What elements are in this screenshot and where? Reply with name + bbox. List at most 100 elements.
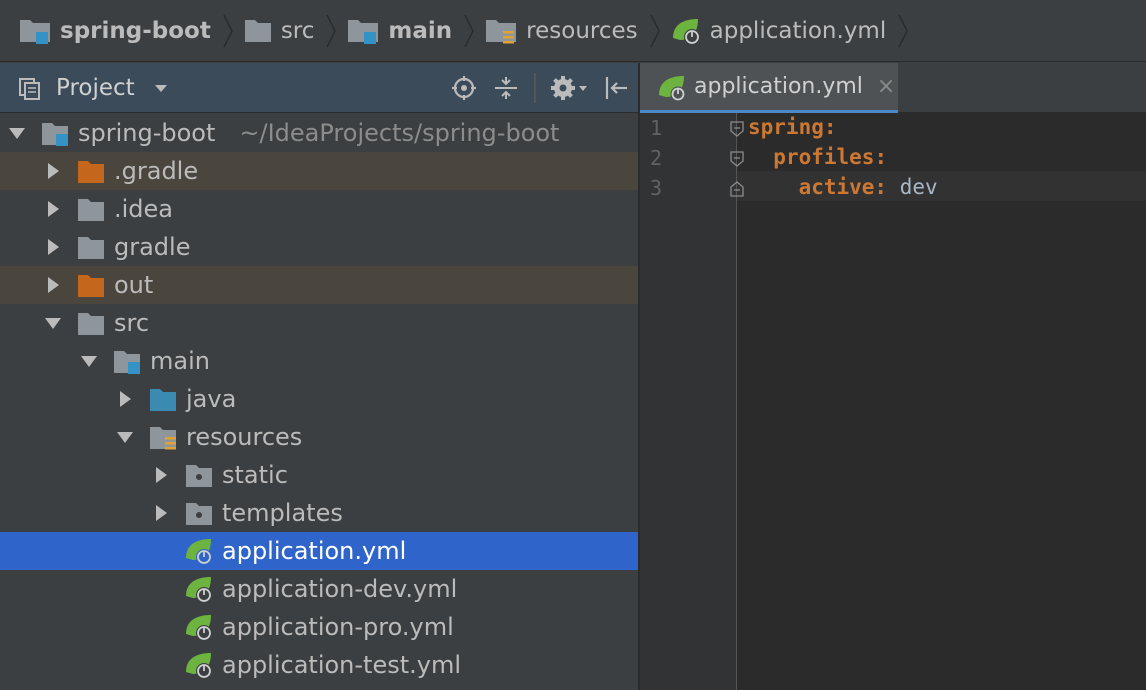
tree-item-out[interactable]: out [0,266,638,304]
tab-label: application.yml [694,74,863,99]
tree-item-application-yml[interactable]: application.yml [0,532,638,570]
breadcrumb-label: main [388,17,453,44]
tree-item-label: application-dev.yml [222,575,458,603]
code-editor[interactable]: 1 2 3 spring: profiles: active: dev [640,113,1146,690]
tree-item-label: main [150,347,210,375]
fold-start-icon[interactable] [730,151,744,167]
excluded-folder-icon [76,156,106,186]
chevron-separator-icon [649,14,660,47]
collapsed-arrow-icon[interactable] [150,502,172,524]
tree-item-label: application.yml [222,537,407,565]
tree-item-idea[interactable]: .idea [0,190,638,228]
tree-item-spring-boot[interactable]: spring-boot ~/IdeaProjects/spring-boot [0,114,638,152]
tree-item-templates[interactable]: templates [0,494,638,532]
tree-item-label: java [186,385,237,413]
code-line-2: profiles: [748,145,887,169]
gutter-border [736,113,737,690]
gear-icon[interactable] [550,74,588,102]
collapsed-arrow-icon[interactable] [42,236,64,258]
breadcrumb-item-src[interactable]: src [243,0,319,62]
tree-item-label: src [114,309,150,337]
collapsed-arrow-icon[interactable] [114,388,136,410]
breadcrumb-item-main[interactable]: main [346,0,456,62]
expanded-arrow-icon[interactable] [78,350,100,372]
module-folder-icon [40,118,70,148]
yaml-value: dev [887,175,938,199]
tree-item-application-dev-yml[interactable]: application-dev.yml [0,570,638,608]
package-folder-icon [184,460,214,490]
module-folder-icon [112,346,142,376]
excluded-folder-icon [76,270,106,300]
tree-item-label: gradle [114,233,191,261]
chevron-down-icon[interactable] [151,78,171,98]
project-panel-header: Project [0,63,638,113]
line-number: 3 [650,176,663,200]
tree-item-label: .gradle [114,157,199,185]
resources-folder-icon [486,19,517,43]
locate-file-icon[interactable] [450,74,478,102]
line-number: 1 [650,116,663,140]
code-line-3: active: dev [748,175,938,199]
collapsed-arrow-icon[interactable] [150,464,172,486]
spring-yaml-icon [672,18,700,45]
folder-icon [76,232,106,262]
tree-item-src[interactable]: src [0,304,638,342]
breadcrumb-item-application-yml[interactable]: application.yml [670,0,891,62]
chevron-separator-icon [898,14,909,47]
expanded-arrow-icon[interactable] [114,426,136,448]
project-tree: spring-boot ~/IdeaProjects/spring-boot .gr… [0,114,638,690]
source-folder-icon [148,384,178,414]
tree-item-label: .idea [114,195,174,223]
tree-item-gradle[interactable]: gradle [0,228,638,266]
resources-folder-icon [148,422,178,452]
expanded-arrow-icon[interactable] [42,312,64,334]
collapsed-arrow-icon[interactable] [42,274,64,296]
fold-start-icon[interactable] [730,121,744,137]
folder-icon [76,308,106,338]
spring-yaml-icon [184,650,214,680]
spring-yaml-icon [184,574,214,604]
yaml-key: active: [798,175,888,199]
toolbar-divider [534,73,536,103]
tree-item-application-pro-yml[interactable]: application-pro.yml [0,608,638,646]
tree-item-main[interactable]: main [0,342,638,380]
package-folder-icon [184,498,214,528]
code-line-1: spring: [748,115,837,139]
tree-item-application-test-yml[interactable]: application-test.yml [0,646,638,684]
hide-panel-icon[interactable] [602,74,630,102]
navigation-breadcrumb: spring-boot src main resources applicati… [0,0,1146,62]
editor-tab-bar: application.yml × [640,63,1146,113]
chevron-separator-icon [464,14,475,47]
breadcrumb-label: application.yml [709,17,887,44]
line-number: 2 [650,146,663,170]
tree-item-label: application-test.yml [222,651,462,679]
project-view-selector[interactable]: Project [56,75,135,101]
source-root-folder-icon [348,19,379,44]
spring-yaml-icon [184,612,214,642]
project-view-icon [19,77,40,100]
tree-item-label: static [222,461,288,489]
tree-item-gradle[interactable]: .gradle [0,152,638,190]
folder-icon [76,194,106,224]
collapse-all-icon[interactable] [492,74,520,102]
collapsed-arrow-icon[interactable] [42,160,64,182]
tree-item-static[interactable]: static [0,456,638,494]
tree-item-resources[interactable]: resources [0,418,638,456]
tree-item-label: templates [222,499,343,527]
tree-item-label: resources [186,423,303,451]
breadcrumb-item-spring-boot[interactable]: spring-boot [18,0,215,62]
spring-yaml-icon [184,536,214,566]
fold-end-icon[interactable] [730,181,744,197]
expanded-arrow-icon[interactable] [6,122,28,144]
tab-application-yml[interactable]: application.yml × [640,63,898,113]
project-path: ~/IdeaProjects/spring-boot [239,119,560,147]
yaml-key: spring: [748,115,837,139]
close-tab-icon[interactable]: × [877,74,895,99]
tree-item-java[interactable]: java [0,380,638,418]
tree-item-label: application-pro.yml [222,613,454,641]
tree-item-label: spring-boot [78,119,216,147]
collapsed-arrow-icon[interactable] [42,198,64,220]
breadcrumb-item-resources[interactable]: resources [484,0,641,62]
yaml-key: profiles: [773,145,888,169]
tree-item-label: out [114,271,154,299]
